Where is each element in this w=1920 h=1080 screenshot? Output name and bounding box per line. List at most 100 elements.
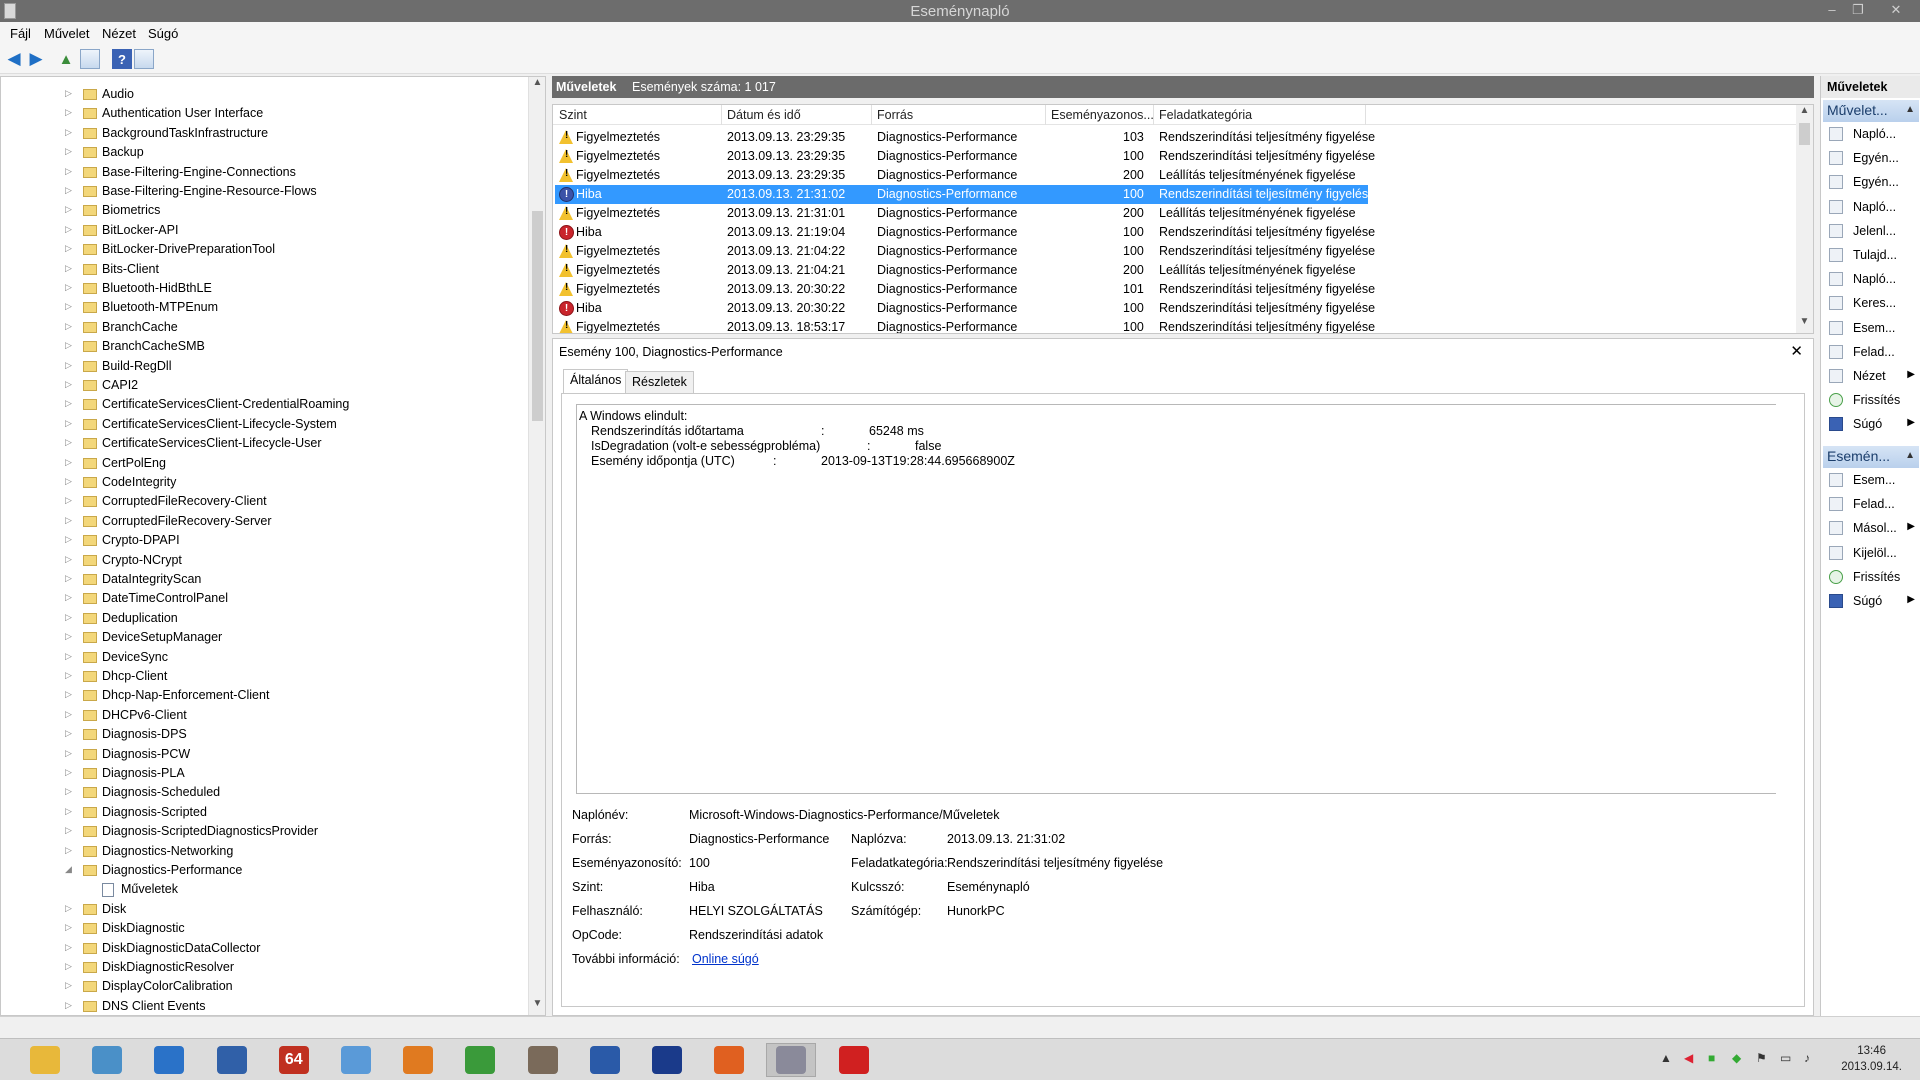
expand-arrow-icon[interactable]: ▷ [65,185,75,196]
action-center-flag-icon[interactable]: ⚑ [1756,1051,1767,1065]
event-row[interactable]: ! Figyelmeztetés 2013.09.13. 20:30:22 Diagn… [555,280,1375,299]
tree-item[interactable]: ▷ Diagnosis-Scheduled [1,784,526,802]
tree-item[interactable]: ▷ DisplayColorCalibration [1,978,526,996]
event-row[interactable]: ! Hiba 2013.09.13. 20:30:22 Diagnostics-Per… [555,299,1375,318]
tree-item[interactable]: ▷ CertificateServicesClient-Lifecycle-Sys… [1,416,526,434]
scroll-up-icon[interactable]: ▲ [529,77,545,94]
tree-item[interactable]: ▷ Diagnostics-Networking [1,843,526,861]
event-row[interactable]: ! Figyelmeztetés 2013.09.13. 23:29:35 Diagn… [555,147,1375,166]
tree-item[interactable]: ▷ Audio [1,86,526,104]
expand-arrow-icon[interactable]: ▷ [65,398,75,409]
col-level[interactable]: Szint [559,108,587,122]
expand-arrow-icon[interactable]: ▷ [65,495,75,506]
expand-arrow-icon[interactable]: ▷ [65,534,75,545]
expand-arrow-icon[interactable]: ▷ [65,379,75,390]
firefox-taskbar-button[interactable] [704,1043,754,1077]
expand-arrow-icon[interactable]: ▷ [65,243,75,254]
action-item[interactable]: Kijelöl... [1821,543,1920,565]
col-event-id[interactable]: Eseményazonos... [1051,108,1154,122]
tree-item[interactable]: ▷ CodeIntegrity [1,474,526,492]
event-row[interactable]: ! Figyelmeztetés 2013.09.13. 23:29:35 Diagn… [555,128,1375,147]
nvidia-icon[interactable]: ■ [1708,1051,1715,1065]
scroll-thumb[interactable] [532,211,543,421]
tree-item[interactable]: ◢ Diagnostics-Performance [1,862,526,880]
action-item[interactable]: Egyén... [1821,172,1920,194]
tree-item[interactable]: ▷ BranchCacheSMB [1,338,526,356]
tree-item[interactable]: ▷ CAPI2 [1,377,526,395]
tree-item[interactable]: ▷ Diagnosis-PLA [1,765,526,783]
expand-arrow-icon[interactable]: ▷ [65,457,75,468]
tab-details[interactable]: Részletek [625,371,694,393]
show-hide-action-pane-icon[interactable] [134,49,154,69]
expand-arrow-icon[interactable]: ▷ [65,418,75,429]
close-icon[interactable]: ✕ [1886,2,1906,18]
minimize-icon[interactable]: – [1822,2,1842,17]
col-date[interactable]: Dátum és idő [727,108,801,122]
floppy-save-taskbar-button[interactable] [642,1043,692,1077]
expand-arrow-icon[interactable]: ▷ [65,689,75,700]
action-item[interactable]: Súgó ▶ [1821,591,1920,613]
tree-item[interactable]: ▷ DHCPv6-Client [1,707,526,725]
tree-item[interactable]: ▷ BitLocker-API [1,222,526,240]
action-item[interactable]: Esem... [1821,318,1920,340]
tree-item[interactable]: ▷ Backup [1,144,526,162]
tree-item[interactable]: ▷ Crypto-NCrypt [1,552,526,570]
tree-item[interactable]: ▷ Base-Filtering-Engine-Connections [1,164,526,182]
pen-taskbar-button[interactable] [580,1043,630,1077]
internet-explorer-taskbar-button[interactable] [144,1043,194,1077]
action-item[interactable]: Felad... [1821,342,1920,364]
network-taskbar-button[interactable] [82,1043,132,1077]
tree-item[interactable]: ▷ Authentication User Interface [1,105,526,123]
tree-item[interactable]: ▷ CertificateServicesClient-Lifecycle-Use… [1,435,526,453]
online-help-link[interactable]: Online súgó [692,952,759,966]
tree-item[interactable]: ▷ Build-RegDll [1,358,526,376]
tree-item[interactable]: ▷ Dhcp-Nap-Enforcement-Client [1,687,526,705]
tree-item[interactable]: ▷ CorruptedFileRecovery-Server [1,513,526,531]
event-row[interactable]: ! Figyelmeztetés 2013.09.13. 23:29:35 Diagn… [555,166,1368,185]
expand-arrow-icon[interactable]: ▷ [65,825,75,836]
actions-section-log[interactable]: Művelet... ▲ [1823,100,1919,122]
tree-item[interactable]: ▷ DiskDiagnosticDataCollector [1,940,526,958]
tree-item[interactable]: ▷ BranchCache [1,319,526,337]
action-item[interactable]: Egyén... [1821,148,1920,170]
show-hidden-icons-icon[interactable]: ▲ [1660,1051,1672,1065]
expand-arrow-icon[interactable]: ▷ [65,224,75,235]
action-item[interactable]: Súgó ▶ [1821,414,1920,436]
expand-arrow-icon[interactable]: ▷ [65,107,75,118]
volume-icon[interactable]: ♪ [1804,1051,1810,1065]
expand-arrow-icon[interactable]: ▷ [65,204,75,215]
action-item[interactable]: Nézet ▶ [1821,366,1920,388]
tree-item[interactable]: ▷ BitLocker-DrivePreparationTool [1,241,526,259]
tree-item[interactable]: ▷ BackgroundTaskInfrastructure [1,125,526,143]
tree-item[interactable]: ▷ Diagnosis-Scripted [1,804,526,822]
network-tray-icon[interactable]: ▭ [1780,1051,1791,1065]
restore-icon[interactable]: ❐ [1848,2,1868,18]
action-item[interactable]: Frissítés [1821,567,1920,589]
scroll-up-icon[interactable]: ▲ [1796,105,1813,122]
expand-arrow-icon[interactable]: ▷ [65,786,75,797]
expand-arrow-icon[interactable]: ▷ [65,263,75,274]
expand-arrow-icon[interactable]: ▷ [65,806,75,817]
tree-item[interactable]: ▷ DeviceSetupManager [1,629,526,647]
outlook-taskbar-button[interactable] [207,1043,257,1077]
tree-item[interactable]: ▷ Bluetooth-MTPEnum [1,299,526,317]
expand-arrow-icon[interactable]: ▷ [65,670,75,681]
action-item[interactable]: Felad... [1821,494,1920,516]
action-item[interactable]: Jelenl... [1821,221,1920,243]
action-item[interactable]: Esem... [1821,470,1920,492]
tree-item[interactable]: ▷ Biometrics [1,202,526,220]
tree-item[interactable]: ▷ CertificateServicesClient-CredentialRoa… [1,396,526,414]
tool-taskbar-button[interactable] [518,1043,568,1077]
red-app-taskbar-button[interactable] [829,1043,879,1077]
tree-item[interactable]: ▷ Bits-Client [1,261,526,279]
up-folder-icon[interactable]: ▲ [56,49,76,69]
tree-item[interactable]: ▷ DeviceSync [1,649,526,667]
actions-section-event[interactable]: Esemén... ▲ [1823,446,1919,468]
file-explorer-taskbar-button[interactable] [20,1043,70,1077]
action-item[interactable]: Frissítés [1821,390,1920,412]
tree-item[interactable]: ▷ DateTimeControlPanel [1,590,526,608]
tree-item[interactable]: ▷ DataIntegrityScan [1,571,526,589]
action-item[interactable]: Napló... [1821,124,1920,146]
tree-item[interactable]: ▷ DiskDiagnosticResolver [1,959,526,977]
expand-arrow-icon[interactable]: ▷ [65,709,75,720]
